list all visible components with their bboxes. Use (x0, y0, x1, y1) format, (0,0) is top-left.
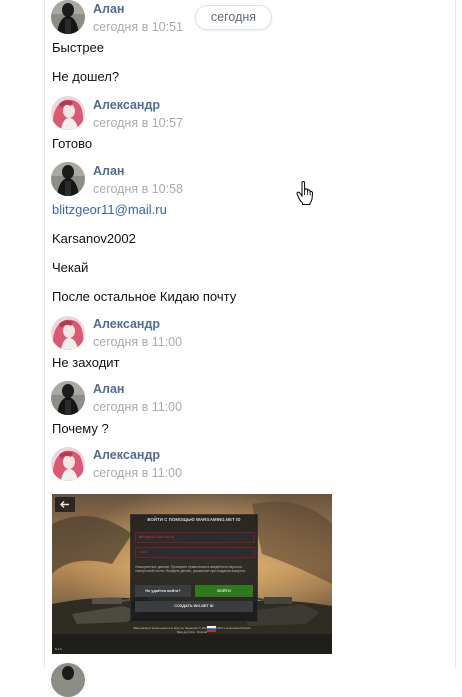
avatar-alan[interactable] (51, 0, 85, 34)
chat-right-border (455, 0, 456, 669)
avatar-aleksandr[interactable] (51, 96, 85, 130)
message-text: Не заходит (52, 355, 120, 370)
login-error-text: Неккоректные данные. Проверьте правильно… (135, 565, 246, 574)
message-text: Чекай (52, 260, 89, 275)
hand-cursor-icon (296, 181, 314, 205)
close-icon[interactable]: ✕ (139, 534, 251, 539)
message-text: Быстрее (52, 40, 105, 55)
message-text: Готово (52, 136, 93, 151)
avatar-alan[interactable] (51, 381, 85, 415)
message-text: Почему ? (52, 421, 109, 436)
avatar-alan[interactable] (51, 663, 85, 697)
message-author[interactable]: Алан (93, 2, 124, 16)
password-field[interactable]: •••••• (135, 547, 255, 558)
forgot-login-button[interactable]: Не удаётся войти? (135, 585, 191, 597)
chat-left-border (44, 0, 45, 669)
avatar-alan[interactable] (51, 162, 85, 196)
message-author[interactable]: Александр (93, 98, 160, 112)
photo-attachment[interactable]: ВОЙТИ С ПОМОЩЬЮ WARGAMING.NET ID blitzge… (52, 494, 332, 654)
email-link[interactable]: blitzgeor11@mail.ru (52, 202, 167, 217)
login-dialog: ВОЙТИ С ПОМОЩЬЮ WARGAMING.NET ID blitzge… (130, 514, 258, 622)
message-text: После остальное Кидаю почту (52, 289, 237, 304)
message-author[interactable]: Алан (93, 164, 124, 178)
create-account-button[interactable]: СОЗДАТЬ WG.NET ID (135, 601, 253, 612)
game-version: 5.4.0 (55, 647, 62, 651)
message-time[interactable]: сегодня в 11:00 (93, 335, 182, 349)
message-author[interactable]: Алан (93, 382, 124, 396)
login-button[interactable]: ВОЙТИ (195, 585, 253, 597)
message-time[interactable]: сегодня в 10:51 (93, 20, 183, 34)
message-time[interactable]: сегодня в 10:57 (93, 116, 183, 130)
avatar-aleksandr[interactable] (51, 316, 85, 350)
game-footer-text: Ваш аккаунт используется в игре по лицен… (92, 626, 292, 634)
message-text: Не дошел? (52, 69, 120, 84)
date-separator-pill: сегодня (195, 5, 272, 30)
message-time[interactable]: сегодня в 10:58 (93, 182, 183, 196)
message-time[interactable]: сегодня в 11:00 (93, 400, 182, 414)
dialog-title: ВОЙТИ С ПОМОЩЬЮ WARGAMING.NET ID (147, 517, 241, 522)
back-arrow-icon (60, 501, 69, 508)
email-field[interactable]: blitzgeor11@mail.ru ✕ (135, 532, 255, 543)
message-text: Karsanov2002 (52, 231, 136, 246)
avatar-aleksandr[interactable] (51, 447, 85, 481)
message-author[interactable]: Александр (93, 317, 160, 331)
message-time[interactable]: сегодня в 11:00 (93, 466, 182, 480)
message-author[interactable]: Александр (93, 448, 160, 462)
password-field-value: •••••• (139, 549, 148, 554)
back-arrow-button[interactable] (55, 497, 75, 512)
footer-links[interactable]: Мир доступа · Россия (92, 630, 292, 634)
